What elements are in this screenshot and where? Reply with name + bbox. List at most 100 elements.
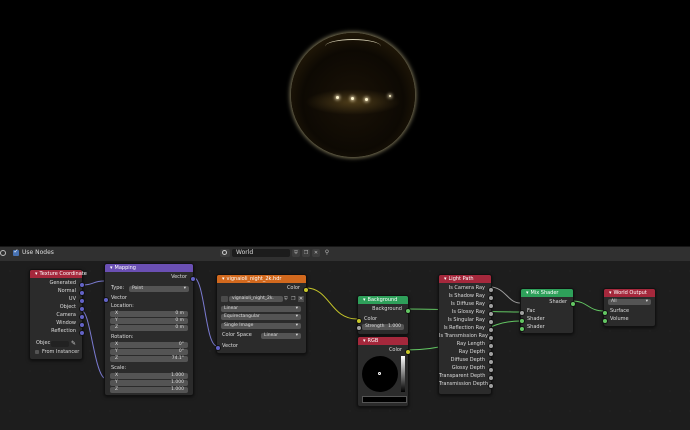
node-header[interactable]: ▾ World Output — [604, 289, 655, 297]
axis-label: Y — [115, 380, 118, 385]
unlink-close-icon[interactable]: ✕ — [312, 249, 320, 257]
socket-vector-out[interactable] — [189, 275, 196, 282]
mix-shader-node[interactable]: ▾ Mix Shader Shader Fac Shader Shader — [518, 288, 576, 334]
socket-out[interactable] — [487, 286, 494, 293]
interpolation-value: Linear — [224, 306, 238, 311]
socket-shader-in-2[interactable] — [518, 325, 525, 332]
collapse-chevron-icon[interactable]: ▾ — [609, 290, 612, 296]
environment-texture-node[interactable]: ▾ vignaioli_night_2k.hdr Color vignaioli… — [214, 274, 309, 354]
node-header[interactable]: ▾ Mapping — [105, 264, 193, 272]
socket-out[interactable] — [487, 358, 494, 365]
output-background: Background — [372, 306, 402, 312]
socket-out[interactable] — [487, 342, 494, 349]
scale-y-field[interactable]: Y 1.000 — [110, 380, 188, 386]
unlink-close-icon[interactable]: ✕ — [298, 296, 304, 302]
world-name-field[interactable]: World — [232, 249, 290, 257]
color-space-dropdown[interactable]: Linear ▾ — [261, 333, 301, 339]
socket-out[interactable] — [487, 350, 494, 357]
type-dropdown[interactable]: Point ▾ — [129, 286, 189, 292]
collapse-chevron-icon[interactable]: ▾ — [363, 338, 366, 344]
open-folder-icon[interactable]: ❐ — [291, 296, 297, 302]
value-slider[interactable] — [401, 356, 405, 392]
socket-out[interactable] — [487, 382, 494, 389]
world-output-node[interactable]: ▾ World Output All ▾ Surface Volume — [601, 288, 656, 327]
object-field[interactable] — [51, 341, 69, 347]
fake-user-shield-icon[interactable]: ⛨ — [284, 296, 290, 302]
use-nodes-checkbox[interactable] — [13, 248, 19, 256]
socket-shader-in-1[interactable] — [518, 317, 525, 324]
socket-camera[interactable] — [78, 313, 85, 320]
location-x-field[interactable]: X 0 m — [110, 311, 188, 317]
interpolation-dropdown[interactable]: Linear ▾ — [221, 306, 301, 312]
socket-color-out[interactable] — [302, 286, 309, 293]
color-space-value: Linear — [264, 333, 278, 338]
duplicate-icon[interactable]: ❐ — [302, 249, 310, 257]
color-swatch[interactable] — [362, 396, 407, 403]
rotation-x-field[interactable]: X 0° — [110, 342, 188, 348]
socket-background-out[interactable] — [404, 307, 411, 314]
node-header[interactable]: ▾ Light Path — [439, 275, 491, 283]
socket-object[interactable] — [78, 305, 85, 312]
color-wheel-cursor-icon[interactable] — [378, 372, 381, 375]
socket-out[interactable] — [487, 302, 494, 309]
collapse-chevron-icon[interactable]: ▾ — [35, 271, 38, 277]
socket-out[interactable] — [487, 310, 494, 317]
node-header[interactable]: ▾ Background — [358, 296, 408, 304]
world-preview-viewport[interactable] — [0, 0, 690, 246]
socket-shader-out[interactable] — [569, 300, 576, 307]
collapse-chevron-icon[interactable]: ▾ — [363, 297, 366, 303]
socket-color-out[interactable] — [404, 348, 411, 355]
socket-uv[interactable] — [78, 297, 85, 304]
socket-out[interactable] — [487, 318, 494, 325]
source-dropdown[interactable]: Single Image ▾ — [221, 323, 301, 329]
socket-out[interactable] — [487, 294, 494, 301]
node-header[interactable]: ▾ RGB — [358, 337, 408, 345]
socket-surface-in[interactable] — [601, 309, 608, 316]
rotation-z-field[interactable]: Z 74.1° — [110, 356, 188, 362]
scale-z-field[interactable]: Z 1.000 — [110, 387, 188, 393]
strength-field[interactable]: Strength 1.000 — [362, 324, 404, 330]
globe-icon[interactable] — [0, 250, 6, 256]
target-dropdown[interactable]: All ▾ — [608, 299, 651, 305]
image-name-field[interactable]: vignaioli_night_2k. — [229, 296, 283, 302]
texture-coordinate-node[interactable]: ▾ Texture Coordinate Generated Normal UV… — [29, 269, 87, 360]
socket-volume-in[interactable] — [601, 317, 608, 324]
socket-window[interactable] — [78, 321, 85, 328]
image-browse-icon[interactable] — [221, 296, 228, 302]
socket-vector-in[interactable] — [214, 344, 221, 351]
collapse-chevron-icon[interactable]: ▾ — [222, 276, 225, 282]
socket-reflection[interactable] — [78, 329, 85, 336]
background-node[interactable]: ▾ Background Background Color Strength 1.… — [355, 295, 411, 335]
chevron-down-icon: ▾ — [183, 286, 186, 291]
socket-vector-in[interactable] — [102, 296, 109, 303]
rgb-node[interactable]: ▾ RGB Color — [357, 336, 411, 407]
vector-input-label: Vector — [111, 295, 127, 301]
rotation-y-field[interactable]: Y 0° — [110, 349, 188, 355]
mapping-node[interactable]: ▾ Mapping Vector Type: Point ▾ Vector Lo… — [102, 263, 196, 396]
projection-dropdown[interactable]: Equirectangular ▾ — [221, 314, 301, 320]
socket-out[interactable] — [487, 326, 494, 333]
eyedropper-icon[interactable]: ✎ — [71, 340, 76, 347]
socket-fac-in[interactable] — [518, 309, 525, 316]
collapse-chevron-icon[interactable]: ▾ — [444, 276, 447, 282]
socket-normal[interactable] — [78, 289, 85, 296]
node-title: World Output — [613, 290, 647, 296]
collapse-chevron-icon[interactable]: ▾ — [110, 265, 113, 271]
pin-icon[interactable]: ⚲ — [323, 249, 331, 257]
socket-out[interactable] — [487, 374, 494, 381]
socket-out[interactable] — [487, 334, 494, 341]
fake-user-shield-icon[interactable]: ⛨ — [292, 249, 300, 257]
location-z-field[interactable]: Z 0 m — [110, 325, 188, 331]
light-path-node[interactable]: ▾ Light Path Is Camera Ray Is Shadow Ray… — [438, 274, 494, 395]
collapse-chevron-icon[interactable]: ▾ — [526, 290, 529, 296]
socket-color-in[interactable] — [355, 317, 362, 324]
node-header[interactable]: ▾ vignaioli_night_2k.hdr — [217, 275, 306, 283]
world-type-dropdown[interactable] — [220, 249, 230, 257]
socket-generated[interactable] — [78, 281, 85, 288]
socket-out[interactable] — [487, 366, 494, 373]
socket-strength-in[interactable] — [355, 325, 362, 331]
location-y-field[interactable]: Y 0 m — [110, 318, 188, 324]
node-header[interactable]: ▾ Texture Coordinate — [30, 270, 87, 278]
node-header[interactable]: ▾ Mix Shader — [521, 289, 573, 297]
scale-x-field[interactable]: X 1.000 — [110, 373, 188, 379]
